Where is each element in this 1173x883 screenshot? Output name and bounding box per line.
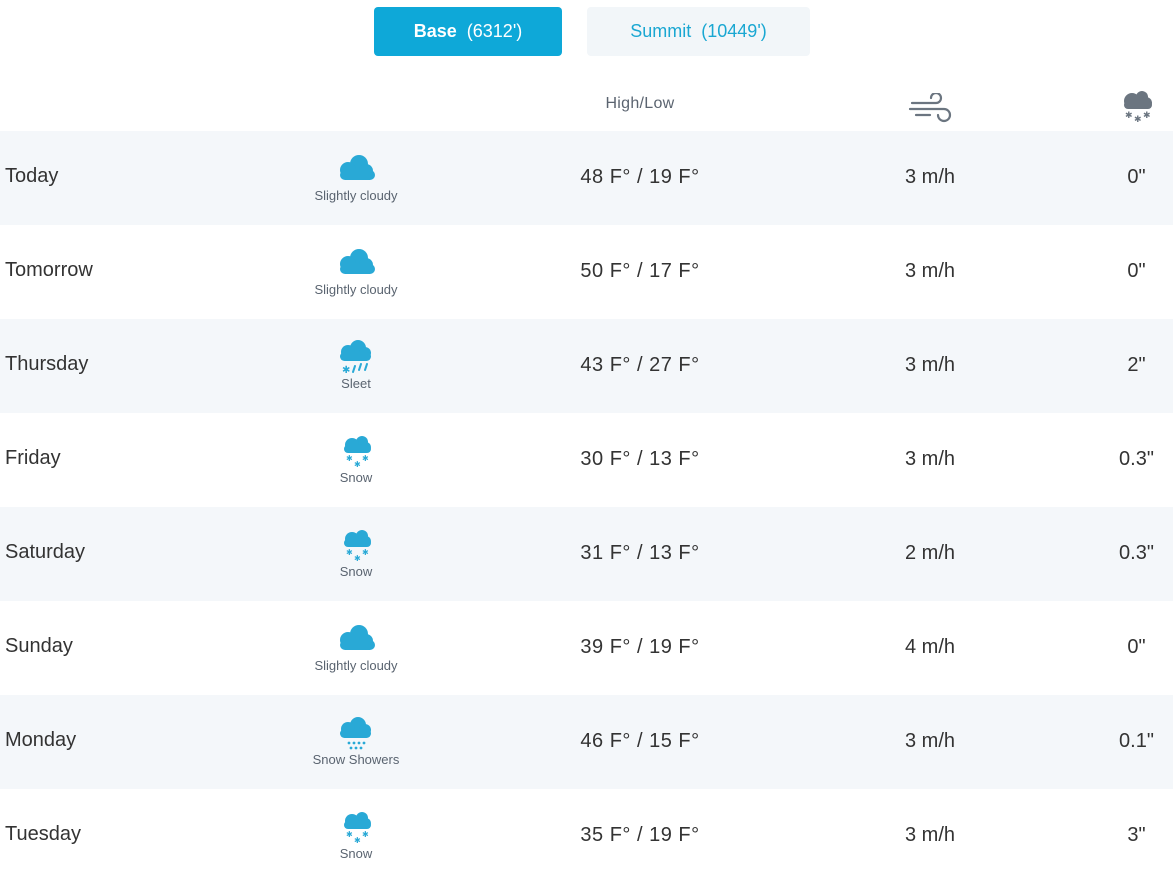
high-low-temp: 30 F° / 13 F° bbox=[580, 448, 700, 470]
condition-label: Snow Showers bbox=[312, 752, 400, 767]
cloud-icon bbox=[340, 155, 375, 180]
condition-label: Sleet bbox=[341, 376, 371, 391]
high-low-temp: 48 F° / 19 F° bbox=[580, 166, 700, 188]
wind-speed: 3 m/h bbox=[904, 354, 956, 376]
day-label: Friday bbox=[5, 447, 61, 469]
condition-label: Snow bbox=[339, 846, 373, 861]
day-label: Thursday bbox=[5, 353, 89, 375]
svg-text:✱: ✱ bbox=[346, 830, 353, 839]
snowfall-amount: 0.3" bbox=[1119, 448, 1154, 470]
condition-label: Slightly cloudy bbox=[314, 658, 398, 673]
summit-label: Summit bbox=[630, 21, 692, 41]
svg-text:✱: ✱ bbox=[362, 830, 369, 839]
condition: Slightly cloudy bbox=[296, 151, 416, 203]
svg-text:✱: ✱ bbox=[354, 554, 361, 563]
svg-text:✱: ✱ bbox=[1143, 111, 1151, 121]
forecast-row-today: Today Slightly cloudy 48 F° / 19 F° 3 m/… bbox=[0, 131, 1173, 225]
base-label: Base bbox=[413, 21, 457, 41]
forecast-row-friday: Friday ✱ ✱ ✱ Snow 30 F° / 13 F° 3 m/h 0.3" bbox=[0, 413, 1173, 507]
day-label: Today bbox=[5, 165, 59, 187]
condition: Slightly cloudy bbox=[296, 245, 416, 297]
svg-text:✱: ✱ bbox=[342, 365, 350, 375]
forecast-header: High/Low ✱ ✱ ✱ bbox=[0, 83, 1173, 131]
day-label: Monday bbox=[5, 729, 77, 751]
svg-text:✱: ✱ bbox=[354, 460, 361, 469]
base-elevation: (6312') bbox=[466, 21, 523, 41]
elevation-toggle: Base (6312') Summit (10449') bbox=[0, 7, 1173, 56]
wind-speed: 2 m/h bbox=[904, 542, 956, 564]
svg-text:✱: ✱ bbox=[354, 836, 361, 845]
cloud-icon bbox=[340, 249, 375, 274]
forecast-row-thursday: Thursday ✱ Sleet 43 F° / 27 F° 3 m/h 2" bbox=[0, 319, 1173, 413]
snowfall-amount: 0.3" bbox=[1119, 542, 1154, 564]
snowfall-amount: 3" bbox=[1127, 824, 1146, 846]
high-low-temp: 46 F° / 15 F° bbox=[580, 730, 700, 752]
forecast-row-saturday: Saturday ✱ ✱ ✱ Snow 31 F° / 13 F° 2 m/h 0.… bbox=[0, 507, 1173, 601]
snowfall-amount: 2" bbox=[1127, 354, 1146, 376]
condition-label: Slightly cloudy bbox=[314, 188, 398, 203]
forecast-table: Today Slightly cloudy 48 F° / 19 F° 3 m/… bbox=[0, 131, 1173, 883]
forecast-row-sunday: Sunday Slightly cloudy 39 F° / 19 F° 4 m… bbox=[0, 601, 1173, 695]
snow-showers-icon bbox=[340, 717, 371, 750]
condition: ✱ ✱ ✱ Snow bbox=[296, 527, 416, 579]
snow-icon: ✱✱✱ bbox=[344, 530, 371, 563]
day-label: Tuesday bbox=[5, 823, 81, 845]
day-label: Sunday bbox=[5, 635, 73, 657]
forecast-row-tuesday: Tuesday ✱ ✱ ✱ Snow 35 F° / 19 F° 3 m/h 3" bbox=[0, 789, 1173, 883]
summit-button[interactable]: Summit (10449') bbox=[587, 7, 810, 56]
condition: ✱ ✱ ✱ Snow bbox=[296, 809, 416, 861]
base-button[interactable]: Base (6312') bbox=[374, 7, 562, 56]
svg-text:✱: ✱ bbox=[346, 454, 353, 463]
svg-text:✱: ✱ bbox=[1134, 115, 1142, 125]
high-low-temp: 35 F° / 19 F° bbox=[580, 824, 700, 846]
high-low-temp: 39 F° / 19 F° bbox=[580, 636, 700, 658]
day-label: Tomorrow bbox=[5, 259, 93, 281]
forecast-row-monday: Monday Snow Showers 46 F° / 15 F° 3 m/h … bbox=[0, 695, 1173, 789]
snowfall-amount: 0.1" bbox=[1119, 730, 1154, 752]
snow-icon: ✱✱✱ bbox=[344, 436, 371, 469]
condition: Snow Showers bbox=[296, 715, 416, 767]
condition: ✱ Sleet bbox=[296, 339, 416, 391]
snowfall-amount: 0" bbox=[1127, 636, 1146, 658]
wind-speed: 3 m/h bbox=[904, 166, 956, 188]
snow-icon: ✱✱✱ bbox=[344, 812, 371, 845]
snowfall-amount: 0" bbox=[1127, 166, 1146, 188]
snowfall-amount: 0" bbox=[1127, 260, 1146, 282]
wind-speed: 3 m/h bbox=[904, 824, 956, 846]
high-low-temp: 43 F° / 27 F° bbox=[580, 354, 700, 376]
forecast-row-tomorrow: Tomorrow Slightly cloudy 50 F° / 17 F° 3… bbox=[0, 225, 1173, 319]
condition-label: Snow bbox=[339, 564, 373, 579]
svg-text:✱: ✱ bbox=[1125, 111, 1133, 121]
cloud-icon bbox=[340, 625, 375, 650]
wind-icon bbox=[908, 93, 952, 123]
condition-label: Slightly cloudy bbox=[314, 282, 398, 297]
day-label: Saturday bbox=[5, 541, 86, 563]
high-low-temp: 50 F° / 17 F° bbox=[580, 260, 700, 282]
svg-text:✱: ✱ bbox=[362, 454, 369, 463]
condition: ✱ ✱ ✱ Snow bbox=[296, 433, 416, 485]
summit-elevation: (10449') bbox=[701, 21, 767, 41]
snow-cloud-icon: ✱ ✱ ✱ bbox=[1124, 91, 1152, 125]
high-low-temp: 31 F° / 13 F° bbox=[580, 542, 700, 564]
wind-speed: 4 m/h bbox=[904, 636, 956, 658]
wind-speed: 3 m/h bbox=[904, 260, 956, 282]
sleet-icon: ✱ bbox=[340, 340, 371, 375]
wind-speed: 3 m/h bbox=[904, 730, 956, 752]
condition: Slightly cloudy bbox=[296, 621, 416, 673]
highlow-header: High/Low bbox=[605, 95, 675, 112]
svg-text:✱: ✱ bbox=[346, 548, 353, 557]
wind-speed: 3 m/h bbox=[904, 448, 956, 470]
condition-label: Snow bbox=[339, 470, 373, 485]
svg-text:✱: ✱ bbox=[362, 548, 369, 557]
